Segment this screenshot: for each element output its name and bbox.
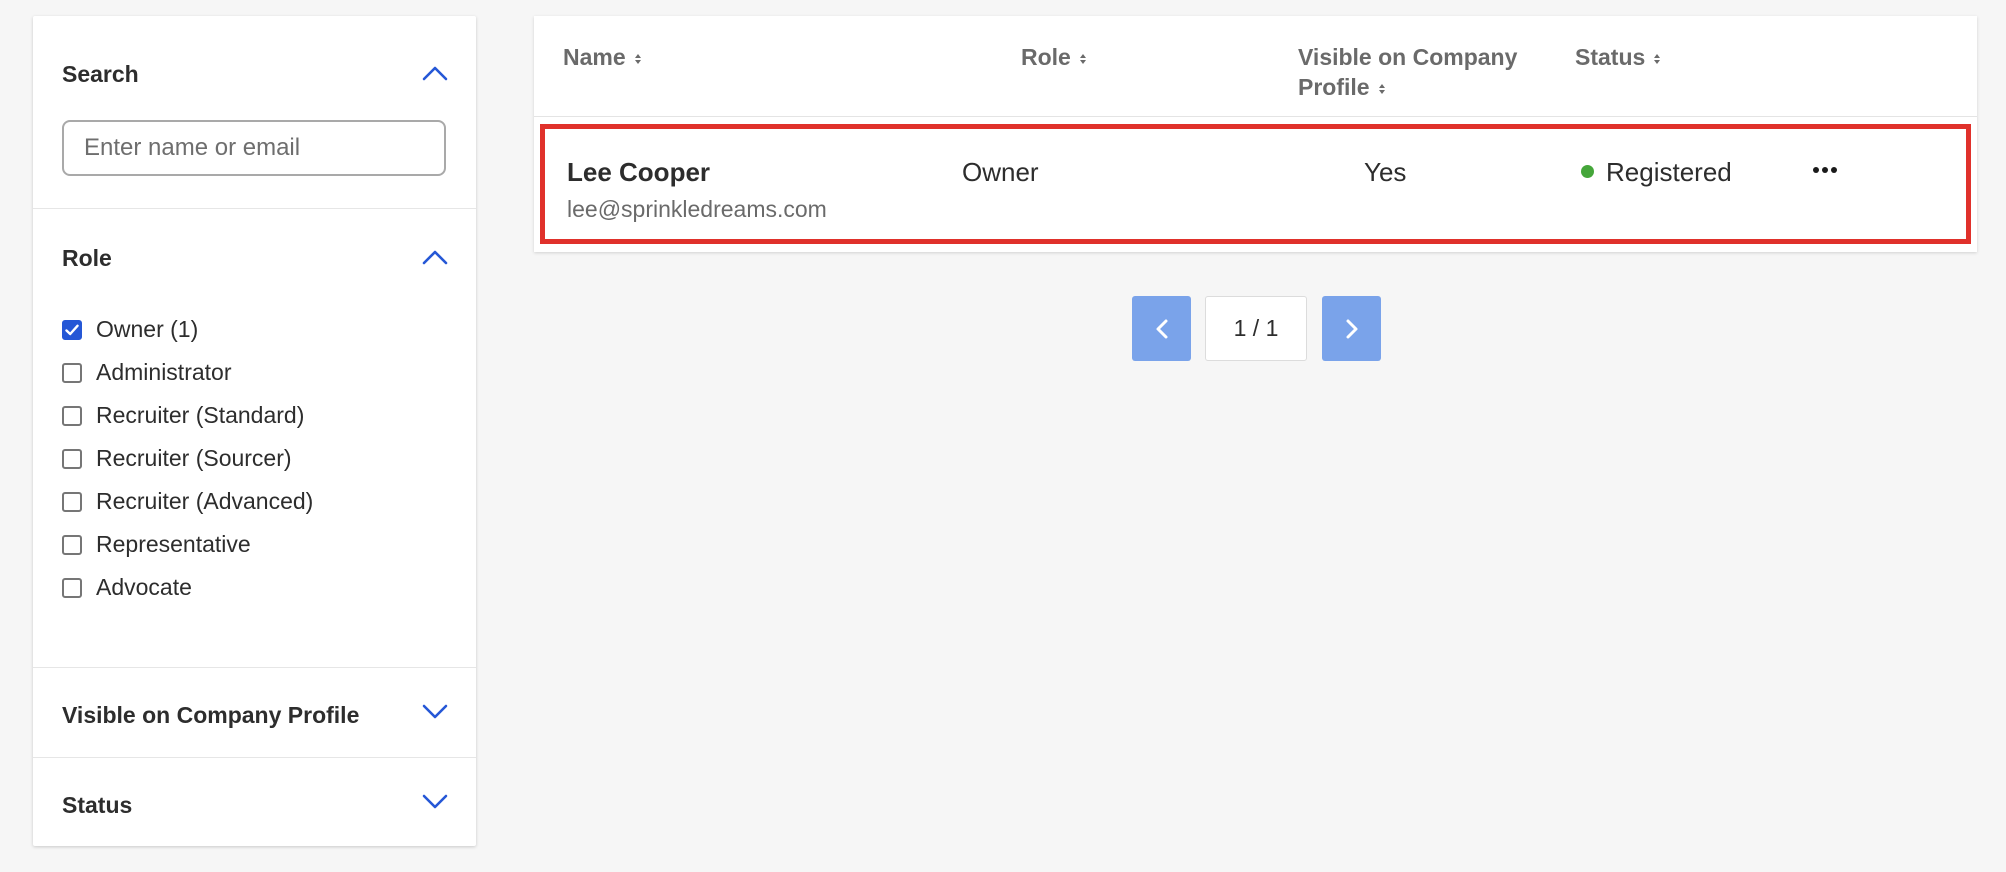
search-section-header[interactable]: Search [33,46,476,87]
role-section-header[interactable]: Role [33,230,476,271]
user-role: Owner [962,157,1039,187]
role-option-label: Representative [96,531,251,557]
chevron-down-icon[interactable] [422,704,448,720]
column-header-name[interactable]: Name [563,42,642,72]
more-horizontal-icon [1813,167,1819,173]
column-header-label: Name [563,44,626,70]
role-option-label: Recruiter (Sourcer) [96,445,292,471]
role-option-label: Owner (1) [96,316,199,342]
search-section-title: Search [62,61,139,87]
sort-icon [1079,53,1086,64]
next-page-button[interactable] [1322,296,1381,361]
users-table: Name Role Visible on Company Profile Sta… [534,16,1977,252]
user-email: lee@sprinkledreams.com [567,196,827,222]
column-header-visible[interactable]: Visible on Company Profile [1298,42,1558,102]
visible-filter-section: Visible on Company Profile [33,667,476,758]
column-header-status[interactable]: Status [1575,42,1661,72]
checkbox[interactable] [62,448,82,469]
role-options-list: Owner (1) Administrator Recruiter (Stand… [62,308,313,609]
previous-page-button[interactable] [1132,296,1191,361]
checkbox-checked[interactable] [62,319,82,340]
checkbox[interactable] [62,534,82,555]
role-section-title: Role [62,245,112,271]
page-indicator: 1 / 1 [1205,296,1307,361]
chevron-right-icon [1346,319,1357,338]
role-option-recruiter-sourcer[interactable]: Recruiter (Sourcer) [62,437,313,480]
role-option-label: Advocate [96,574,192,600]
checkbox[interactable] [62,491,82,512]
status-section-title: Status [62,792,133,818]
user-name: Lee Cooper [567,157,711,187]
role-option-label: Administrator [96,359,232,385]
sort-icon [1378,83,1385,94]
sort-icon [634,53,641,64]
more-options-button[interactable] [1810,155,1840,185]
sort-icon [1654,53,1661,64]
checkmark-icon [65,324,79,335]
visible-section-header[interactable]: Visible on Company Profile [33,689,476,729]
chevron-up-icon[interactable] [422,249,448,265]
role-option-label: Recruiter (Standard) [96,402,305,428]
chevron-left-icon [1156,319,1167,338]
more-horizontal-icon [1822,167,1828,173]
role-option-advocate[interactable]: Advocate [62,566,313,609]
role-option-recruiter-standard[interactable]: Recruiter (Standard) [62,394,313,437]
user-visible: Yes [1364,157,1407,187]
column-header-label: Role [1021,44,1071,70]
column-header-label: Visible on Company [1298,44,1518,70]
role-option-recruiter-advanced[interactable]: Recruiter (Advanced) [62,480,313,523]
status-filter-section: Status [33,757,476,846]
filter-sidebar: Search Role Owner (1) Administrator [33,16,476,846]
visible-section-title: Visible on Company Profile [62,702,360,728]
role-option-owner[interactable]: Owner (1) [62,308,313,351]
checkbox[interactable] [62,405,82,426]
header-divider [534,116,1977,117]
column-header-label: Status [1575,44,1646,70]
role-option-representative[interactable]: Representative [62,523,313,566]
checkbox[interactable] [62,577,82,598]
status-indicator-dot [1581,165,1594,178]
status-section-header[interactable]: Status [33,779,476,819]
checkbox[interactable] [62,362,82,383]
user-status: Registered [1606,157,1732,187]
column-header-label: Profile [1298,74,1370,100]
role-filter-section: Role Owner (1) Administrator Recruiter (… [33,208,476,668]
role-option-administrator[interactable]: Administrator [62,351,313,394]
search-filter-section: Search [33,16,476,209]
table-row[interactable]: Lee Cooper lee@sprinkledreams.com Owner … [540,124,1971,244]
more-horizontal-icon [1831,167,1837,173]
search-input[interactable] [62,120,446,176]
chevron-down-icon[interactable] [422,794,448,810]
role-option-label: Recruiter (Advanced) [96,488,314,514]
column-header-role[interactable]: Role [1021,42,1087,72]
chevron-up-icon[interactable] [422,65,448,81]
